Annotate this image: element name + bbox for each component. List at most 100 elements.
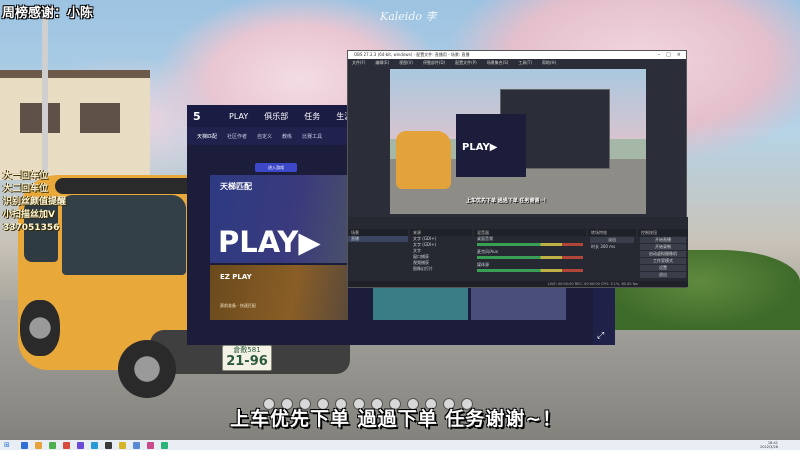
settings-button[interactable]: 设置 xyxy=(640,265,686,271)
menu-profile[interactable]: 配置文件(P) xyxy=(455,60,477,66)
studio-mode-button[interactable]: 工作室模式 xyxy=(640,258,686,264)
car-window xyxy=(62,195,186,275)
taskbar-app-icon[interactable] xyxy=(21,441,28,449)
ez-play-card[interactable]: EZ PLAY 赛前准备 · 快速匹配 xyxy=(210,265,348,320)
house xyxy=(0,70,150,180)
volume-meter[interactable] xyxy=(477,243,583,246)
obs-docks: 场景 直播 来源 文字 (GDI+) 文字 (GDI+) 文字 窗口捕获 视频捕… xyxy=(348,217,688,287)
menu-help[interactable]: 帮助(H) xyxy=(542,60,556,66)
overlay-weekly-thanks: 周榜感谢：小陈 xyxy=(2,6,94,21)
start-icon[interactable]: ⊞ xyxy=(4,441,14,449)
taskbar: ⊞ 18:41 2022/3/26 xyxy=(0,440,800,450)
overlay-list-item: 大二回车位 xyxy=(3,184,49,194)
menu-docks[interactable]: 停靠部件(D) xyxy=(423,60,445,66)
map-thumbnail[interactable] xyxy=(373,285,468,320)
game-subtab-ranked[interactable]: 天梯匹配 xyxy=(197,133,217,140)
plate-number: 21-96 xyxy=(226,354,268,369)
mixer-channel-label: 桌面音频 xyxy=(477,236,493,241)
game-subtab-tools[interactable]: 比赛工具 xyxy=(302,133,322,140)
panel-heading: 来源 xyxy=(410,229,472,236)
exit-button[interactable]: 退出 xyxy=(640,272,686,278)
volume-meter[interactable] xyxy=(477,256,583,259)
game-subtab-coach[interactable]: 教练 xyxy=(282,133,292,140)
taskbar-app-icon[interactable] xyxy=(161,441,168,449)
mixer-channel-label: 麦克风/Aux xyxy=(477,249,498,254)
card-title: 天梯匹配 xyxy=(220,182,252,191)
panel-heading: 转场特效 xyxy=(588,229,636,236)
scene-item[interactable]: 直播 xyxy=(348,236,408,242)
obs-title: OBS 27.2.3 (64-bit, windows) - 配置文件: 直播用… xyxy=(354,52,470,57)
preview-car xyxy=(396,131,451,189)
start-recording-button[interactable]: 开始录制 xyxy=(640,244,686,250)
transitions-panel: 转场特效 淡出 时长 300 ms xyxy=(588,229,636,281)
mixer-channel-label: 媒体源 xyxy=(477,262,489,267)
close-icon[interactable]: × xyxy=(677,52,681,58)
game-tab-play[interactable]: PLAY xyxy=(229,112,248,121)
maximize-icon[interactable]: □ xyxy=(666,52,671,58)
menu-edit[interactable]: 编辑(E) xyxy=(375,60,389,66)
preview-play-text: PLAY▶ xyxy=(462,142,498,153)
taskbar-app-icon[interactable] xyxy=(147,441,154,449)
taskbar-app-icon[interactable] xyxy=(91,441,98,449)
panel-heading: 场景 xyxy=(348,229,408,236)
transition-select[interactable]: 淡出 xyxy=(590,237,634,243)
car-wheel xyxy=(20,300,60,356)
clock-date: 2022/3/26 xyxy=(760,445,778,449)
card2-subtitle: 赛前准备 · 快速匹配 xyxy=(220,303,256,308)
taskbar-app-icon[interactable] xyxy=(63,441,70,449)
overlay-list-item: 识别丝颜值提醒 xyxy=(3,197,67,207)
mixer-panel: 混音器 桌面音频 麦克风/Aux 媒体源 xyxy=(474,229,586,281)
car-wheel xyxy=(118,340,176,398)
game-tab-club[interactable]: 俱乐部 xyxy=(264,111,288,122)
taskbar-clock[interactable]: 18:41 2022/3/26 xyxy=(760,441,778,449)
game-subtab-community[interactable]: 社区作者 xyxy=(227,133,247,140)
volume-meter[interactable] xyxy=(477,269,583,272)
obs-titlebar: OBS 27.2.3 (64-bit, windows) - 配置文件: 直播用… xyxy=(348,51,686,59)
menu-view[interactable]: 视图(V) xyxy=(399,60,413,66)
menu-file[interactable]: 文件(F) xyxy=(352,60,365,66)
overlay-list: 大一回车位 大二回车位 识别丝颜值提醒 小扫描丝加V 337051356 xyxy=(3,170,66,235)
game-subtab-custom[interactable]: 自定义 xyxy=(257,133,272,140)
play-button[interactable]: PLAY▶ xyxy=(218,225,321,259)
obs-preview[interactable]: PLAY▶ 上车优先下单 過過下单 任务谢谢~！ xyxy=(390,69,646,214)
taskbar-app-icon[interactable] xyxy=(119,441,126,449)
taskbar-app-icon[interactable] xyxy=(35,441,42,449)
game-logo[interactable]: 5 xyxy=(193,110,213,123)
panel-heading: 控制按钮 xyxy=(638,229,688,236)
preview-caption: 上车优先下单 過過下单 任务谢谢~！ xyxy=(466,198,549,204)
start-streaming-button[interactable]: 开始直播 xyxy=(640,237,686,243)
source-item[interactable]: 图像幻灯片 xyxy=(410,266,472,272)
card2-title: EZ PLAY xyxy=(220,273,252,281)
minimize-icon[interactable]: – xyxy=(658,52,661,58)
expand-icon[interactable]: ⤢ xyxy=(597,331,611,345)
menu-scene-collection[interactable]: 场景集合(S) xyxy=(487,60,509,66)
taskbar-app-icon[interactable] xyxy=(105,441,112,449)
obs-menubar: 文件(F) 编辑(E) 视图(V) 停靠部件(D) 配置文件(P) 场景集合(S… xyxy=(348,59,686,66)
map-thumbnail[interactable] xyxy=(471,285,566,320)
enter-game-badge[interactable]: 进入游戏 xyxy=(255,163,297,172)
obs-window[interactable]: OBS 27.2.3 (64-bit, windows) - 配置文件: 直播用… xyxy=(347,50,688,288)
taskbar-app-icon[interactable] xyxy=(77,441,84,449)
utility-pole xyxy=(42,10,48,180)
license-plate: 倉敷581 21-96 xyxy=(222,345,272,371)
sources-panel: 来源 文字 (GDI+) 文字 (GDI+) 文字 窗口捕获 视频捕获 图像幻灯… xyxy=(410,229,472,281)
taskbar-pinned-apps xyxy=(14,441,168,449)
transition-duration[interactable]: 时长 300 ms xyxy=(588,244,636,250)
controls-panel: 控制按钮 开始直播 开始录制 启动虚拟摄像机 工作室模式 设置 退出 xyxy=(638,229,688,281)
overlay-caption: 上车优先下单 過過下单 任务谢谢~！ xyxy=(230,408,563,430)
taskbar-app-icon[interactable] xyxy=(133,441,140,449)
overlay-list-item: 大一回车位 xyxy=(3,171,49,181)
window-controls: – □ × xyxy=(658,52,686,58)
ranked-match-card[interactable]: 天梯匹配 PLAY▶ xyxy=(210,175,348,263)
overlay-watermark: Kaleido 李 xyxy=(380,10,437,23)
scenes-panel: 场景 直播 xyxy=(348,229,408,281)
game-tab-tasks[interactable]: 任务 xyxy=(304,111,320,122)
taskbar-app-icon[interactable] xyxy=(49,441,56,449)
obs-status-bar: LIVE: 00:00:00 REC: 00:00:00 CPU: 3.1%, … xyxy=(348,281,688,287)
overlay-list-item: 小扫描丝加V xyxy=(3,210,55,220)
panel-heading: 混音器 xyxy=(474,229,586,236)
menu-tools[interactable]: 工具(T) xyxy=(518,60,532,66)
overlay-list-item: 337051356 xyxy=(3,223,60,233)
preview-game: PLAY▶ xyxy=(456,114,526,177)
virtual-camera-button[interactable]: 启动虚拟摄像机 xyxy=(640,251,686,257)
